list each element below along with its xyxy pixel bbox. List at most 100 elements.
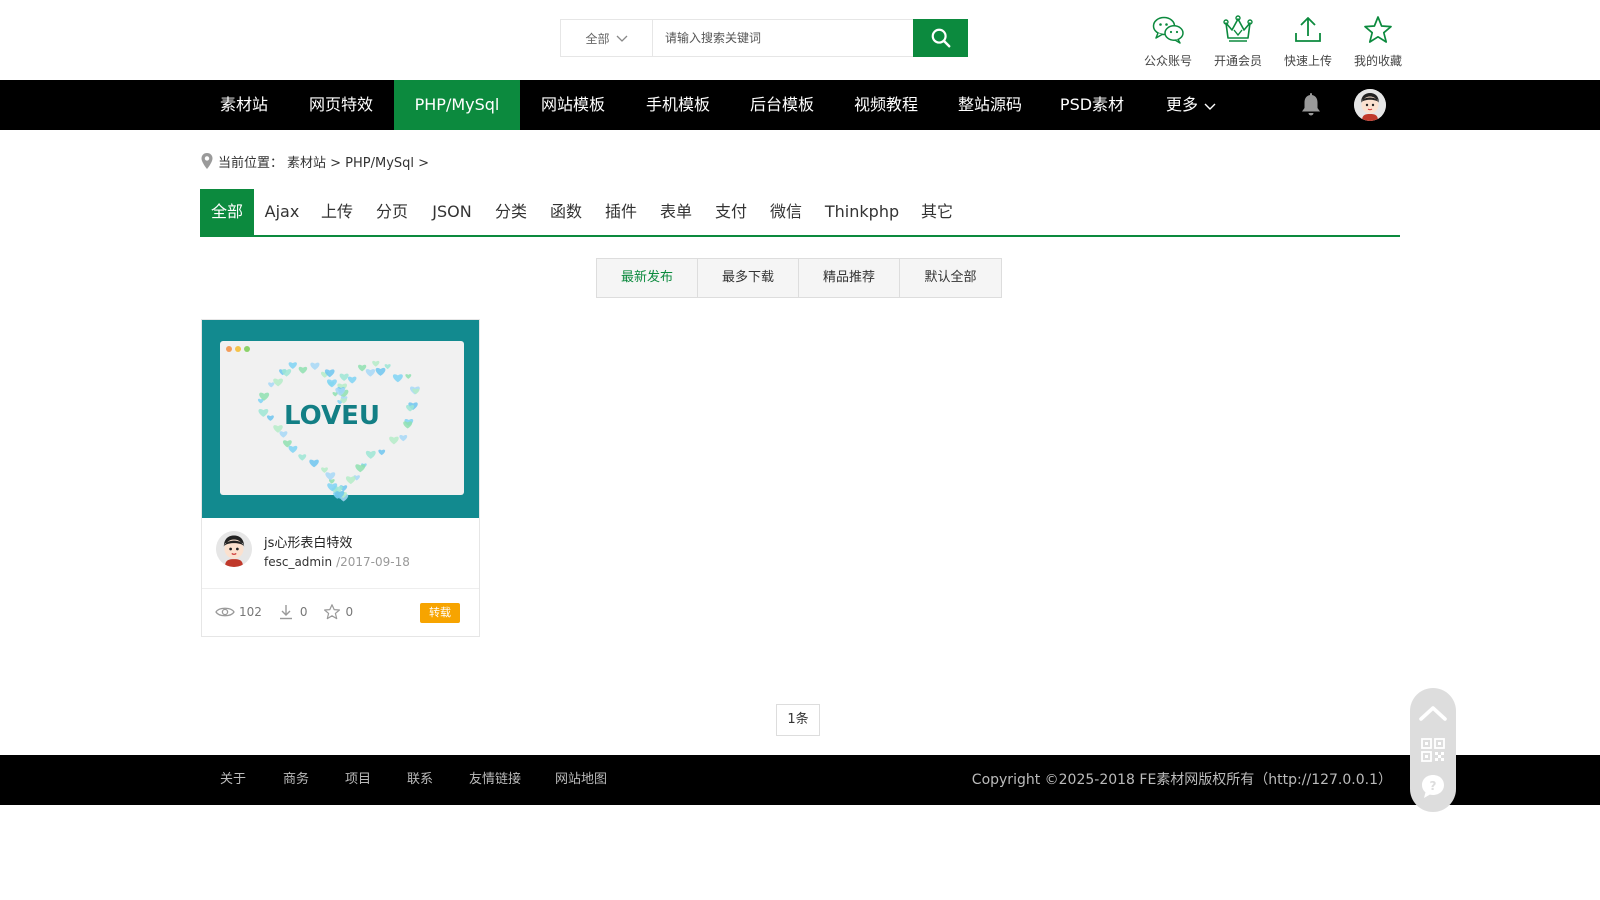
downloads-stat: 0 <box>276 604 308 620</box>
tab-forms[interactable]: 表单 <box>648 189 704 235</box>
sort-default-all[interactable]: 默认全部 <box>900 259 1001 297</box>
resource-title[interactable]: js心形表白特效 <box>264 532 352 551</box>
resource-thumbnail[interactable]: LOVEU <box>202 320 479 518</box>
eye-icon <box>215 607 235 617</box>
heart-particle <box>298 454 307 461</box>
search-button[interactable] <box>913 19 968 57</box>
quick-link-favorites[interactable]: 我的收藏 <box>1343 14 1413 69</box>
heart-particle <box>326 379 337 388</box>
qrcode-icon[interactable] <box>1410 736 1456 766</box>
sort-most-downloads[interactable]: 最多下载 <box>698 259 799 297</box>
avatar-face-icon <box>216 531 252 567</box>
resource-author[interactable]: fesc_admin <box>264 555 332 569</box>
nav-item-admin-templates[interactable]: 后台模板 <box>730 80 834 130</box>
chevron-down-icon <box>1204 103 1216 110</box>
tab-other[interactable]: 其它 <box>910 189 964 235</box>
nav-item-mobile-templates[interactable]: 手机模板 <box>626 80 730 130</box>
resource-card[interactable]: LOVEU js心形表白特效 fesc_admin/2017-09-18 102… <box>201 319 480 637</box>
search-category-select[interactable]: 全部 <box>561 20 653 56</box>
heart-particle <box>365 369 376 377</box>
tab-upload[interactable]: 上传 <box>310 189 364 235</box>
heart-particle <box>321 467 328 473</box>
heart-particle <box>384 364 391 370</box>
breadcrumb-trail[interactable]: 素材站 > PHP/MySql > <box>287 152 429 171</box>
footer-link-friends[interactable]: 友情链接 <box>469 755 521 805</box>
heart-particle <box>372 360 380 367</box>
back-to-top-icon[interactable] <box>1410 700 1456 726</box>
quick-link-label: 开通会员 <box>1213 54 1262 68</box>
heart-particle <box>392 374 403 383</box>
quick-link-label: 快速上传 <box>1283 54 1332 68</box>
sort-options: 最新发布 最多下载 精品推荐 默认全部 <box>596 258 1002 298</box>
upload-icon <box>1295 17 1321 42</box>
quick-link-upload[interactable]: 快速上传 <box>1273 14 1343 69</box>
heart-particle <box>345 476 356 485</box>
footer-link-contact[interactable]: 联系 <box>407 755 433 805</box>
heart-particle <box>365 450 376 459</box>
heart-particle <box>288 445 298 454</box>
nav-item-video-tutorials[interactable]: 视频教程 <box>834 80 938 130</box>
quick-link-wechat[interactable]: 公众账号 <box>1133 14 1203 69</box>
download-icon <box>279 605 292 620</box>
tab-wechat[interactable]: 微信 <box>758 189 814 235</box>
nav-item-site-source[interactable]: 整站源码 <box>938 80 1042 130</box>
tab-all[interactable]: 全部 <box>200 189 254 235</box>
heart-particle <box>258 408 269 417</box>
author-avatar[interactable] <box>216 531 252 567</box>
nav-item-php-mysql[interactable]: PHP/MySql <box>394 80 520 130</box>
thumbnail-text: LOVEU <box>284 401 380 431</box>
downloads-count: 0 <box>299 605 308 619</box>
help-chat-icon[interactable]: ? <box>1410 772 1456 800</box>
quick-link-vip[interactable]: 开通会员 <box>1203 14 1273 69</box>
heart-particle <box>403 421 413 429</box>
site-logo[interactable] <box>160 12 440 68</box>
sort-latest[interactable]: 最新发布 <box>597 259 698 297</box>
nav-item-more[interactable]: 更多 <box>1142 80 1240 130</box>
search-bar: 全部 <box>560 19 968 57</box>
tab-category[interactable]: 分类 <box>484 189 538 235</box>
tab-thinkphp[interactable]: Thinkphp <box>814 189 910 235</box>
tab-json[interactable]: JSON <box>420 189 484 235</box>
repost-badge: 转载 <box>420 603 460 623</box>
footer-link-projects[interactable]: 项目 <box>345 755 371 805</box>
footer-link-business[interactable]: 商务 <box>283 755 309 805</box>
bell-icon[interactable] <box>1298 92 1324 118</box>
svg-text:?: ? <box>1430 779 1437 793</box>
nav-item-sucai[interactable]: 素材站 <box>200 80 288 130</box>
sort-featured[interactable]: 精品推荐 <box>799 259 900 297</box>
heart-thumbnail-graphic: LOVEU <box>226 346 420 502</box>
search-input[interactable] <box>653 20 913 56</box>
views-stat: 102 <box>215 604 262 620</box>
heart-particle <box>288 362 297 369</box>
breadcrumb-prefix: 当前位置： <box>218 155 284 171</box>
footer-link-about[interactable]: 关于 <box>220 755 246 805</box>
heart-particle <box>378 449 386 456</box>
footer-link-sitemap[interactable]: 网站地图 <box>555 755 607 805</box>
heart-particle <box>268 382 275 388</box>
heart-particle <box>389 436 399 445</box>
search-icon <box>931 28 950 48</box>
heart-particle <box>309 459 319 468</box>
resource-stats: 102 0 0 <box>215 604 367 620</box>
heart-particle <box>273 378 283 387</box>
favorites-count: 0 <box>345 605 354 619</box>
heart-particle <box>266 415 274 421</box>
heart-particle <box>399 434 408 442</box>
tab-plugins[interactable]: 插件 <box>594 189 648 235</box>
heart-particle <box>405 374 412 379</box>
search-category-label: 全部 <box>585 31 610 46</box>
tab-ajax[interactable]: Ajax <box>254 189 310 235</box>
tab-payment[interactable]: 支付 <box>704 189 758 235</box>
heart-particle <box>279 431 288 438</box>
wechat-icon <box>1152 16 1184 44</box>
nav-item-site-templates[interactable]: 网站模板 <box>520 80 626 130</box>
nav-item-psd[interactable]: PSD素材 <box>1042 80 1142 130</box>
resource-date: /2017-09-18 <box>336 555 410 569</box>
heart-particle <box>347 376 357 384</box>
user-avatar[interactable] <box>1354 89 1386 121</box>
tab-pagination[interactable]: 分页 <box>364 189 420 235</box>
heart-particle <box>355 464 366 473</box>
heart-particle <box>375 367 386 376</box>
nav-item-web-effects[interactable]: 网页特效 <box>288 80 394 130</box>
tab-functions[interactable]: 函数 <box>538 189 594 235</box>
